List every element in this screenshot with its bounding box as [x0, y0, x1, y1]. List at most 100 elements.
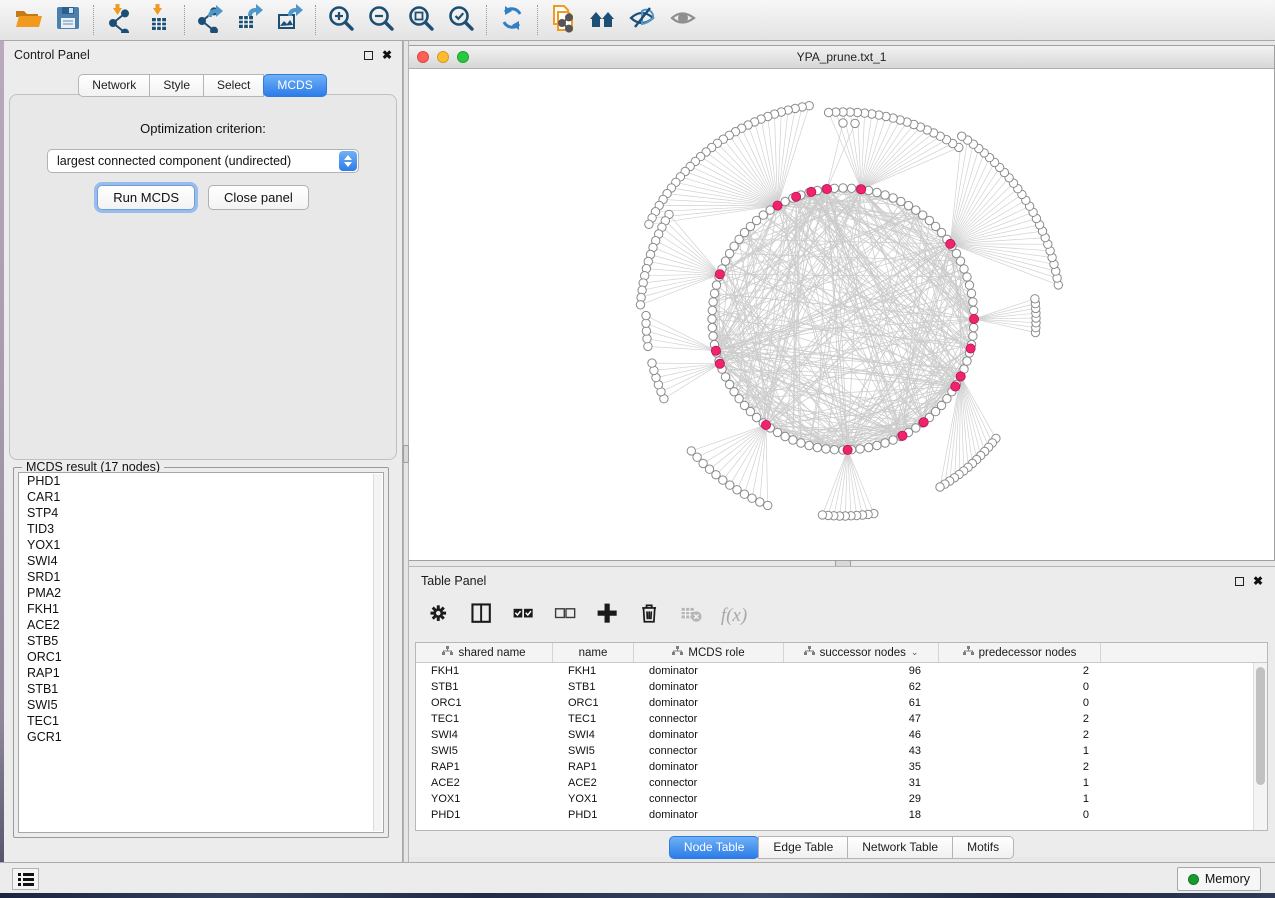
first-neighbors-button[interactable]	[583, 3, 623, 37]
clone-network-button[interactable]	[543, 3, 583, 37]
show-graphics-details-button[interactable]	[663, 3, 703, 37]
close-panel-icon[interactable]: ✖	[1253, 575, 1263, 587]
mcds-result-item[interactable]: STB1	[19, 681, 383, 697]
mcds-result-item[interactable]: ORC1	[19, 649, 383, 665]
cell-shared_name[interactable]: TEC1	[416, 713, 553, 725]
cell-successors[interactable]: 61	[784, 697, 939, 709]
zoom-in-button[interactable]	[321, 3, 361, 37]
open-file-button[interactable]	[8, 3, 48, 37]
cell-name[interactable]: SWI5	[553, 745, 634, 757]
table-row-STB1[interactable]: STB1STB1dominator620	[416, 679, 1253, 695]
tab-node-table[interactable]: Node Table	[669, 836, 760, 859]
scrollbar-thumb[interactable]	[1256, 667, 1265, 785]
table-row-ACE2[interactable]: ACE2ACE2connector311	[416, 775, 1253, 791]
tab-mcds[interactable]: MCDS	[263, 74, 326, 97]
deselect-all-button[interactable]	[553, 603, 579, 629]
tab-edge-table[interactable]: Edge Table	[758, 836, 848, 859]
hide-graphics-details-button[interactable]	[623, 3, 663, 37]
cell-shared_name[interactable]: SWI4	[416, 729, 553, 741]
close-panel-icon[interactable]: ✖	[382, 49, 392, 61]
column-header-MCDS-role[interactable]: MCDS role	[634, 643, 784, 662]
mcds-result-item[interactable]: RAP1	[19, 665, 383, 681]
network-canvas[interactable]	[409, 69, 1274, 560]
cell-role[interactable]: connector	[634, 777, 784, 789]
float-window-icon[interactable]	[1235, 577, 1244, 586]
run-mcds-button[interactable]: Run MCDS	[97, 185, 195, 210]
cell-name[interactable]: PHD1	[553, 809, 634, 821]
zoom-selected-button[interactable]	[441, 3, 481, 37]
cell-successors[interactable]: 35	[784, 761, 939, 773]
cell-role[interactable]: connector	[634, 745, 784, 757]
cell-name[interactable]: STB1	[553, 681, 634, 693]
mcds-result-item[interactable]: STP4	[19, 505, 383, 521]
cell-predecessors[interactable]: 2	[939, 713, 1101, 725]
export-image-button[interactable]	[270, 3, 310, 37]
cell-shared_name[interactable]: ACE2	[416, 777, 553, 789]
cell-shared_name[interactable]: FKH1	[416, 665, 553, 677]
refresh-button[interactable]	[492, 3, 532, 37]
show-columns-button[interactable]	[469, 603, 495, 629]
save-session-button[interactable]	[48, 3, 88, 37]
tab-style[interactable]: Style	[149, 74, 204, 97]
tab-network[interactable]: Network	[78, 74, 150, 97]
table-row-SWI5[interactable]: SWI5SWI5connector431	[416, 743, 1253, 759]
cell-shared_name[interactable]: STB1	[416, 681, 553, 693]
cell-successors[interactable]: 43	[784, 745, 939, 757]
column-header-shared-name[interactable]: shared name	[416, 643, 553, 662]
zoom-out-button[interactable]	[361, 3, 401, 37]
cell-successors[interactable]: 29	[784, 793, 939, 805]
cell-predecessors[interactable]: 2	[939, 665, 1101, 677]
table-scrollbar[interactable]	[1253, 663, 1267, 830]
cell-predecessors[interactable]: 2	[939, 729, 1101, 741]
float-window-icon[interactable]	[364, 51, 373, 60]
mcds-result-item[interactable]: SRD1	[19, 569, 383, 585]
optimization-criterion-dropdown[interactable]: largest connected component (undirected)	[47, 149, 359, 173]
cell-shared_name[interactable]: YOX1	[416, 793, 553, 805]
column-header-name[interactable]: name	[553, 643, 634, 662]
cell-role[interactable]: dominator	[634, 697, 784, 709]
export-network-button[interactable]	[190, 3, 230, 37]
mcds-result-item[interactable]: YOX1	[19, 537, 383, 553]
cell-name[interactable]: YOX1	[553, 793, 634, 805]
table-row-RAP1[interactable]: RAP1RAP1dominator352	[416, 759, 1253, 775]
cell-shared_name[interactable]: RAP1	[416, 761, 553, 773]
tab-network-table[interactable]: Network Table	[847, 836, 953, 859]
import-table-file-button[interactable]	[139, 3, 179, 37]
column-header-successor-nodes[interactable]: successor nodes⌄	[784, 643, 939, 662]
cell-role[interactable]: dominator	[634, 729, 784, 741]
cell-name[interactable]: ACE2	[553, 777, 634, 789]
mcds-result-item[interactable]: FKH1	[19, 601, 383, 617]
memory-button[interactable]: Memory	[1177, 867, 1261, 891]
function-builder-button[interactable]: f(x)	[721, 603, 747, 629]
cell-successors[interactable]: 47	[784, 713, 939, 725]
cell-role[interactable]: dominator	[634, 761, 784, 773]
cell-name[interactable]: RAP1	[553, 761, 634, 773]
cell-role[interactable]: dominator	[634, 681, 784, 693]
cell-successors[interactable]: 18	[784, 809, 939, 821]
mcds-result-scrollbar[interactable]	[373, 474, 382, 831]
cell-role[interactable]: dominator	[634, 809, 784, 821]
cell-shared_name[interactable]: SWI5	[416, 745, 553, 757]
sort-menu-icon[interactable]: ⌄	[911, 647, 919, 658]
column-header-predecessor-nodes[interactable]: predecessor nodes	[939, 643, 1101, 662]
add-row-button[interactable]	[595, 603, 621, 629]
cell-predecessors[interactable]: 2	[939, 761, 1101, 773]
tab-select[interactable]: Select	[203, 74, 264, 97]
mcds-result-list[interactable]: PHD1CAR1STP4TID3YOX1SWI4SRD1PMA2FKH1ACE2…	[18, 472, 384, 833]
cell-predecessors[interactable]: 1	[939, 793, 1101, 805]
mcds-result-item[interactable]: SWI5	[19, 697, 383, 713]
cell-role[interactable]: connector	[634, 713, 784, 725]
splitter-grip[interactable]	[403, 445, 409, 463]
cell-predecessors[interactable]: 0	[939, 681, 1101, 693]
table-row-ORC1[interactable]: ORC1ORC1dominator610	[416, 695, 1253, 711]
mcds-result-item[interactable]: TID3	[19, 521, 383, 537]
table-row-FKH1[interactable]: FKH1FKH1dominator962	[416, 663, 1253, 679]
cell-successors[interactable]: 62	[784, 681, 939, 693]
network-window-titlebar[interactable]: YPA_prune.txt_1	[409, 46, 1274, 69]
mcds-result-item[interactable]: STB5	[19, 633, 383, 649]
cell-shared_name[interactable]: PHD1	[416, 809, 553, 821]
cell-predecessors[interactable]: 1	[939, 745, 1101, 757]
cell-predecessors[interactable]: 0	[939, 809, 1101, 821]
cell-role[interactable]: connector	[634, 793, 784, 805]
mcds-result-item[interactable]: TEC1	[19, 713, 383, 729]
